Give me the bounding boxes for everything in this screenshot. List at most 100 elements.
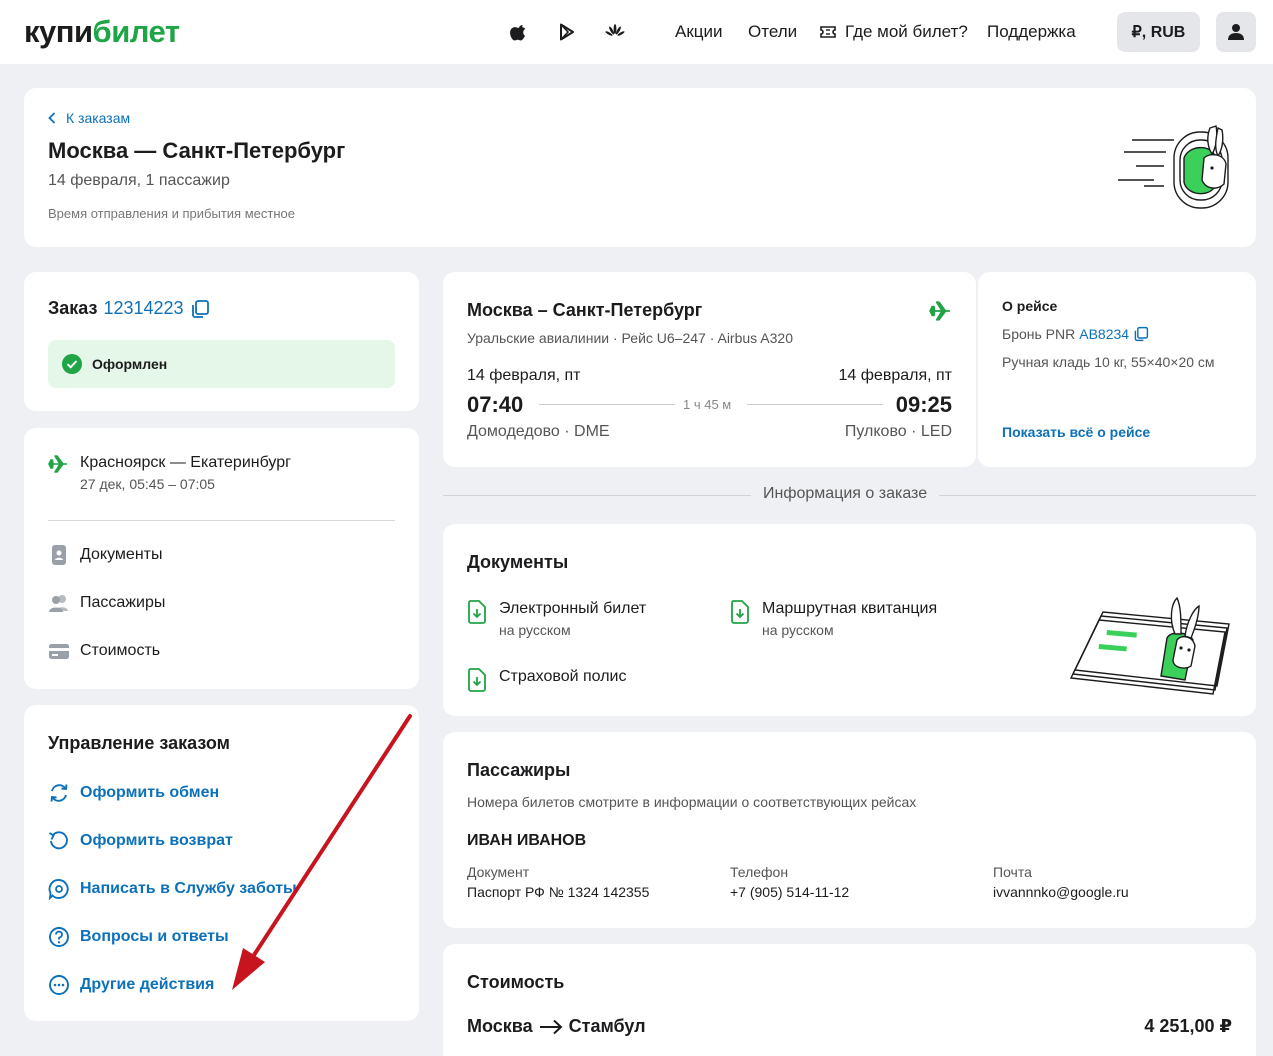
passenger-phone: Телефон +7 (905) 514-11-12 [730,864,849,900]
sidebar-route-title: Красноярск — Екатеринбург [80,454,291,471]
manage-item-label: Другие действия [80,976,215,993]
copy-icon[interactable] [190,299,210,319]
passenger-email: Почта ivvannnko@google.ru [993,864,1129,900]
faq-button[interactable]: Вопросы и ответы [48,926,229,948]
field-label: Почта [993,864,1032,880]
local-time-note: Время отправления и прибытия местное [48,206,295,221]
order-number[interactable]: 12314223 [103,298,183,319]
passenger-name: ИВАН ИВАНОВ [467,832,587,849]
document-language: на русском [762,622,834,638]
nav-promos[interactable]: Акции [675,20,723,44]
show-all-flight-link[interactable]: Показать всё о рейсе [1002,424,1150,440]
sidebar-item-label: Документы [80,546,163,563]
sidebar-item-documents[interactable]: Документы [48,544,162,566]
arrow-right-icon [539,1019,563,1034]
departure-date: 14 февраля, пт [467,367,581,384]
airplane-window-illustration [1118,125,1229,209]
document-language: на русском [499,622,571,638]
nav-hotels[interactable]: Отели [748,20,797,44]
flight-title: Москва – Санкт-Петербург [467,300,703,320]
arrival-date: 14 февраля, пт [838,367,952,384]
flight-subtitle: Уральские авиалинии · Рейс U6–247 · Airb… [467,330,793,346]
documents-illustration [1069,596,1230,695]
logo[interactable]: купибилет [24,12,180,52]
plane-icon [929,301,950,321]
sidebar-route[interactable]: Красноярск — Екатеринбург 27 дек, 05:45 … [48,454,291,492]
plane-icon [48,455,67,473]
more-icon [49,975,69,995]
flight-duration: 1 ч 45 м [683,397,732,412]
arrival-airport: Пулково · LED [844,423,952,440]
write-support-button[interactable]: Написать в Службу заботы [48,878,297,900]
page-title: Москва — Санкт-Петербург [48,138,346,163]
order-label: Заказ [48,298,98,318]
refund-button[interactable]: Оформить возврат [48,830,233,852]
sidebar-route-time: 27 дек, 05:45 – 07:05 [80,476,215,492]
users-icon [49,595,68,612]
passengers-note: Номера билетов смотрите в информации о с… [467,794,917,810]
documents-card: Документы Электронный билет на русском М… [443,524,1256,716]
field-value: Паспорт РФ № 1324 142355 [467,884,650,900]
top-header: купибилет Акции Отели Где мой билет? Под… [0,0,1273,64]
file-download-icon [468,600,486,624]
trip-header-card: К заказам Москва — Санкт-Петербург 14 фе… [24,88,1256,247]
card-icon [49,644,69,659]
sidebar-item-passengers[interactable]: Пассажиры [48,592,165,614]
document-name: Маршрутная квитанция [762,600,938,617]
cost-total: 4 251,00 ₽ [1144,1016,1232,1036]
huawei-icon[interactable] [605,22,625,42]
document-name: Страховой полис [499,668,627,685]
nav-support[interactable]: Поддержка [987,20,1076,44]
field-value: +7 (905) 514-11-12 [730,884,850,900]
departure-airport: Домодедово · DME [467,423,610,440]
check-circle-icon [62,354,82,374]
manage-order-card: Управление заказом Оформить обмен Оформи… [24,705,419,1021]
pnr-label: Бронь PNR [1002,326,1076,342]
apple-icon[interactable] [509,22,529,42]
passengers-card: Пассажиры Номера билетов смотрите в инфо… [443,732,1256,928]
flight-line-left [539,404,675,405]
departure-time: 07:40 [467,392,524,417]
exchange-button[interactable]: Оформить обмен [48,782,219,804]
manage-title: Управление заказом [48,733,230,753]
cost-route: Москва Стамбул [467,1016,646,1037]
about-flight-card: О рейсе Бронь PNR AB8234 Ручная кладь 10… [978,272,1256,467]
e-ticket-document[interactable]: Электронный билет на русском [467,600,646,638]
refund-icon [48,831,68,850]
nav-where-ticket[interactable]: Где мой билет? [845,20,968,44]
cost-title: Стоимость [467,972,565,992]
cost-route-from: Москва [467,1016,533,1036]
other-actions-button[interactable]: Другие действия [48,974,214,996]
back-label: К заказам [66,110,131,126]
baggage-info: Ручная кладь 10 кг, 55×40×20 см [1002,354,1215,370]
file-download-icon [731,600,749,624]
back-to-orders-link[interactable]: К заказам [48,110,130,126]
itinerary-document[interactable]: Маршрутная квитанция на русском [730,600,937,638]
user-button[interactable] [1216,12,1256,52]
manage-item-label: Вопросы и ответы [80,928,229,945]
status-text: Оформлен [92,356,168,372]
status-badge: Оформлен [48,340,395,388]
sidebar-item-label: Пассажиры [80,594,166,611]
manage-item-label: Оформить обмен [80,784,220,801]
file-download-icon [468,668,486,692]
info-divider-label: Информация о заказе [751,485,940,503]
logo-part1: купи [24,14,93,49]
field-label: Телефон [730,864,789,880]
sidebar-item-label: Стоимость [80,642,161,659]
pnr-code[interactable]: AB8234 [1079,326,1129,342]
divider [48,520,395,521]
logo-part2: билет [92,14,181,49]
sidebar-item-cost[interactable]: Стоимость [48,640,160,662]
chat-icon [48,879,69,900]
google-play-icon[interactable] [557,22,577,42]
chevron-left-icon [48,112,56,124]
copy-icon[interactable] [1133,326,1149,342]
currency-button[interactable]: ₽, RUB [1117,12,1200,52]
passengers-title: Пассажиры [467,760,571,780]
document-name: Электронный билет [499,600,647,617]
question-icon [49,927,69,947]
insurance-document[interactable]: Страховой полис [467,668,626,692]
order-title: Заказ 12314223 [48,298,210,319]
about-title: О рейсе [1002,298,1058,314]
